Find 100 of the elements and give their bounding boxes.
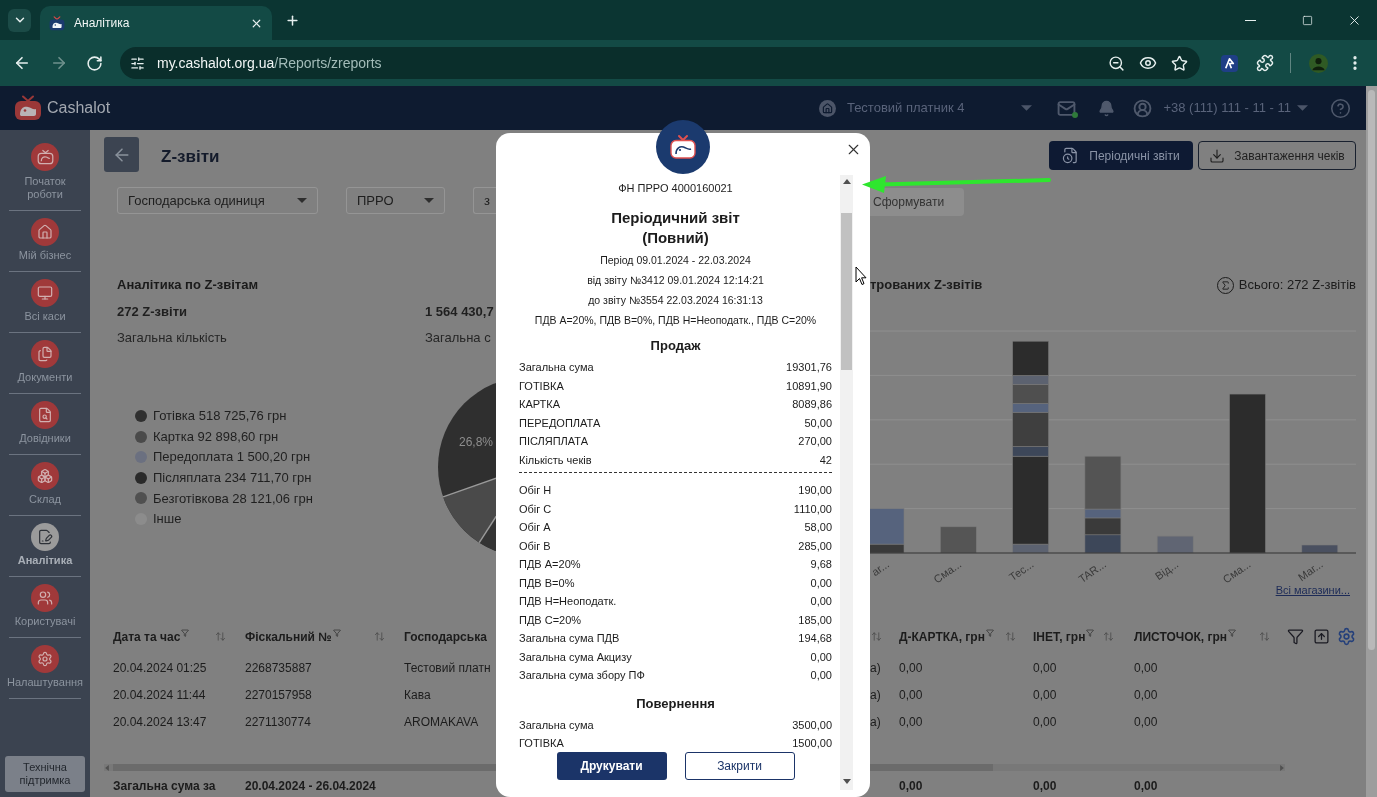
total-count: Всього: 272 Z-звітів	[1238, 276, 1356, 295]
report-info: від звіту №3412 09.01.2024 12:14:21	[587, 273, 764, 288]
table-cell: а)	[870, 687, 881, 702]
row-label: ГОТІВКА	[519, 736, 564, 751]
legend-label: Готівка 518 725,76 грн	[153, 407, 287, 426]
report-info: Період 09.01.2024 - 22.03.2024	[600, 253, 751, 268]
fiscal-number: ФН ПРРО 4000160021	[618, 181, 733, 195]
row-label: Загальна сума збору ПФ	[519, 668, 645, 683]
table-cell: AROMAKAVA	[404, 714, 479, 729]
table-cell: Кава	[404, 687, 431, 702]
table-cell: Загальна сума за	[113, 779, 216, 793]
legend-label: Інше	[153, 510, 182, 529]
pie-label: 26,8%	[459, 435, 494, 449]
table-cell: 0,00	[1134, 714, 1158, 729]
row-label: КАРТКА	[519, 397, 561, 412]
table-cell: 0,00	[1033, 714, 1057, 729]
row-value: 3500,00	[792, 717, 832, 733]
row-label: ПДВ В=0%	[519, 575, 575, 591]
table-cell: 0,00	[899, 779, 923, 793]
row-label: Обіг С	[519, 501, 552, 517]
section-title: Повернення	[636, 694, 715, 713]
column-header: Дата та час	[113, 628, 181, 646]
stat-value: 1 564 430,7	[425, 304, 495, 320]
report-title: Періодичний звіт	[611, 208, 740, 228]
report-info: ПДВ А=20%, ПДВ В=0%, ПДВ Н=Неоподатк., ПДВ С=20%	[534, 313, 817, 328]
stat-value: 272 Z-звіти	[117, 304, 188, 320]
legend-label: Картка 92 898,60 грн	[153, 427, 279, 446]
column-header: ЛИСТОЧОК, грн	[1134, 628, 1228, 646]
row-value: 0,00	[810, 575, 832, 591]
row-value: 58,00	[804, 520, 832, 535]
row-value: 10891,90	[786, 378, 832, 394]
table-cell: 0,00	[1134, 687, 1158, 702]
row-label: Загальна сума	[519, 360, 594, 375]
column-header: Фіскальний №	[245, 628, 332, 646]
stat-label: Загальна кількість	[117, 330, 228, 346]
row-value: 285,00	[798, 538, 832, 554]
table-cell: 0,00	[899, 660, 923, 675]
row-label: Обіг Н	[519, 483, 552, 498]
row-value: 42	[819, 452, 832, 468]
axis-label: TAR...	[1076, 557, 1109, 585]
row-value: 270,00	[798, 434, 832, 449]
row-label: Загальна сума	[519, 717, 594, 733]
column-header: ІНЕТ, грн	[1033, 628, 1086, 646]
row-label: ПЕРЕДОПЛАТА	[519, 415, 601, 431]
table-cell: а)	[870, 714, 881, 729]
url-text: my.cashalot.org.ua/Reports/zreports	[157, 53, 382, 73]
stat-label: Загальна с	[425, 330, 492, 346]
table-cell: 2270157958	[245, 687, 312, 702]
report-info: до звіту №3554 22.03.2024 16:31:13	[588, 293, 763, 308]
row-label: Загальна сума Акцизу	[519, 649, 632, 665]
table-cell: 0,00	[1134, 779, 1158, 793]
table-cell: 0,00	[1134, 660, 1158, 675]
table-cell: 2271130774	[245, 714, 311, 729]
table-cell: 0,00	[899, 687, 923, 702]
table-cell: 0,00	[899, 714, 923, 729]
legend-label: Передоплата 1 500,20 грн	[153, 448, 311, 467]
table-cell: 0,00	[1033, 687, 1057, 702]
legend-label: Післяплата 234 711,70 грн	[153, 469, 312, 488]
table-cell: 20.04.2024 01:25	[113, 660, 207, 675]
row-label: Обіг А	[519, 520, 551, 535]
row-label: ПІСЛЯПЛАТА	[519, 434, 588, 449]
row-label: ПДВ А=20%	[519, 557, 581, 572]
row-value: 1110,00	[793, 501, 832, 517]
chart-title: трованих Z-звітів	[870, 276, 983, 295]
row-label: Загальна сума ПДВ	[519, 631, 620, 646]
section-title: Продаж	[650, 337, 701, 355]
row-value: 190,00	[798, 483, 832, 498]
row-value: 8089,86	[792, 397, 832, 412]
report-subtitle: (Повний)	[642, 228, 709, 248]
row-value: 1500,00	[792, 736, 832, 751]
row-value: 9,68	[810, 557, 832, 572]
page-title: Z-звіти	[161, 146, 220, 168]
row-value: 194,68	[798, 631, 832, 646]
logo-text: Cashalot	[47, 98, 111, 118]
row-value: 50,00	[804, 415, 832, 431]
axis-label: Від...	[1152, 557, 1181, 583]
table-cell: 20.04.2024 13:47	[113, 714, 207, 729]
tab-title: Аналітика	[74, 15, 130, 32]
column-header: Господарська	[404, 628, 487, 646]
table-cell: 2268735887	[245, 660, 312, 675]
axis-label: Тес...	[1006, 557, 1036, 584]
table-cell: 0,00	[1033, 660, 1057, 675]
row-value: 0,00	[810, 649, 832, 665]
column-header: Д-КАРТКА, грн	[899, 628, 985, 646]
axis-label: Маг...	[1295, 557, 1325, 584]
row-label: ПДВ С=20%	[519, 612, 582, 628]
row-value: 0,00	[810, 594, 832, 609]
row-label: ПДВ Н=Неоподатк.	[519, 594, 617, 609]
row-value: 185,00	[798, 612, 832, 628]
row-label: Обіг В	[519, 538, 551, 554]
table-cell: 20.04.2024 - 26.04.2024	[245, 779, 376, 793]
table-cell: 20.04.2024 11:44	[113, 687, 206, 702]
axis-label: Сма...	[1220, 557, 1253, 585]
row-value: 19301,76	[786, 360, 832, 375]
axis-label: Сма...	[931, 557, 964, 585]
section-title: Аналітика по Z-звітам	[117, 277, 259, 293]
table-cell: 0,00	[1033, 779, 1057, 793]
row-label: Кількість чеків	[519, 452, 592, 468]
table-cell: Тестовий платн	[404, 660, 491, 675]
legend-label: Безготівкова 28 121,06 грн	[153, 489, 313, 508]
